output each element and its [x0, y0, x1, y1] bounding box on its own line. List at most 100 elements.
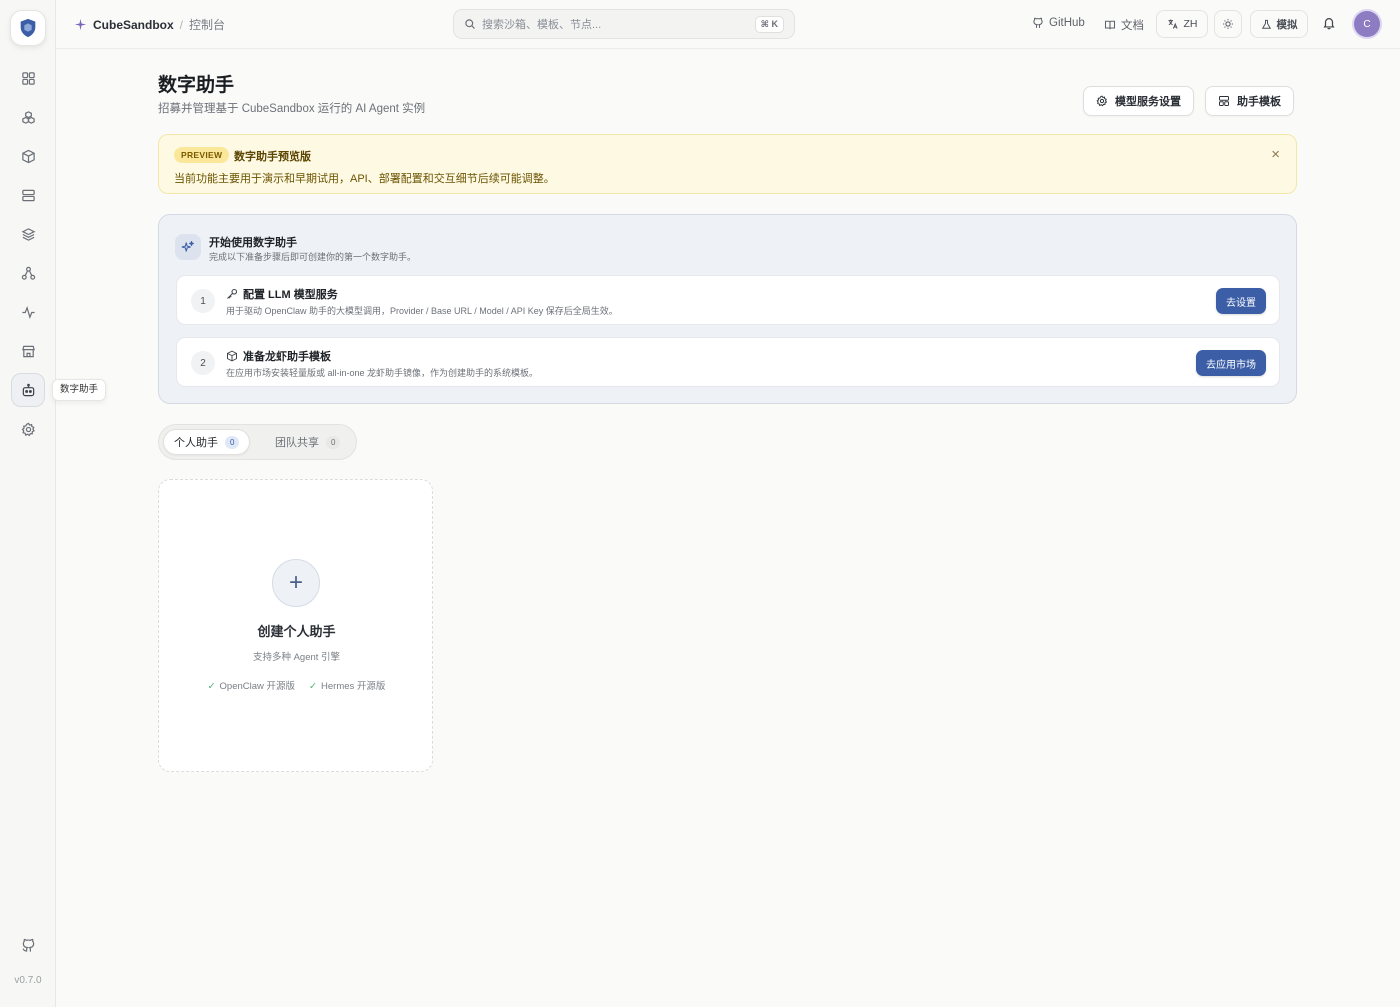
- sparkles-icon: [175, 234, 201, 260]
- guide-description: 完成以下准备步骤后即可创建你的第一个数字助手。: [209, 252, 417, 262]
- network-icon: [21, 266, 35, 280]
- check-icon: ✓: [309, 681, 318, 692]
- bot-icon: [22, 383, 34, 396]
- feature-label: OpenClaw 开源版: [219, 681, 296, 692]
- store-icon: [21, 345, 35, 357]
- sidebar-item-assistants[interactable]: [11, 373, 45, 407]
- plus-icon: +: [272, 559, 320, 607]
- preview-badge: PREVIEW: [174, 147, 230, 163]
- feature-item: ✓ Hermes 开源版: [309, 678, 385, 692]
- sidebar-item-store[interactable]: [11, 334, 45, 368]
- search-shortcut: ⌘ K: [754, 15, 784, 33]
- sidebar-item-sandboxes[interactable]: [11, 100, 45, 134]
- grid-icon: [21, 71, 35, 85]
- github-icon: [21, 938, 34, 952]
- assistant-templates-button[interactable]: 助手模板: [1205, 86, 1294, 116]
- feature-label: Hermes 开源版: [321, 681, 386, 692]
- tab-count-badge: 0: [326, 435, 341, 449]
- guide-step-template: 2 准备龙虾助手模板 在应用市场安装轻量版或 all-in-one 龙虾助手镜像…: [176, 337, 1280, 387]
- notifications-button[interactable]: [1322, 16, 1336, 35]
- mode-label: 模拟: [1276, 18, 1298, 31]
- banner-close-button[interactable]: ×: [1271, 146, 1280, 163]
- sidebar-item-settings[interactable]: [11, 412, 45, 446]
- cubes-icon: [21, 110, 35, 124]
- go-settings-button[interactable]: 去设置: [1216, 288, 1266, 314]
- sidebar: 数字助手 v0.7.0: [0, 0, 107, 1007]
- search-placeholder: 搜索沙箱、模板、节点...: [482, 19, 602, 31]
- sidebar-item-network[interactable]: [11, 256, 45, 290]
- gear-icon: [1096, 95, 1108, 107]
- sidebar-item-nodes[interactable]: [11, 178, 45, 212]
- assistant-tabs: 个人助手 0 团队共享 0: [158, 424, 357, 460]
- docs-link[interactable]: 文档: [1104, 17, 1144, 33]
- guide-title: 开始使用数字助手: [209, 237, 297, 249]
- app-logo[interactable]: [10, 10, 46, 46]
- create-card-title: 创建个人助手: [257, 624, 336, 639]
- guide-step-llm: 1 配置 LLM 模型服务 用于驱动 OpenClaw 助手的大模型调用，Pro…: [176, 275, 1280, 325]
- github-link[interactable]: [11, 928, 45, 962]
- banner-description: 当前功能主要用于演示和早期试用，API、部署配置和交互细节后续可能调整。: [174, 173, 555, 185]
- version-label: v0.7.0: [14, 975, 42, 986]
- sun-icon: [1223, 19, 1233, 29]
- template-icon: [1219, 96, 1229, 106]
- step-title: 准备龙虾助手模板: [243, 351, 331, 363]
- tab-label: 个人助手: [174, 437, 218, 449]
- preview-banner: PREVIEW 数字助手预览版 当前功能主要用于演示和早期试用，API、部署配置…: [158, 134, 1297, 194]
- sidebar-tooltip: 数字助手: [52, 379, 107, 401]
- server-icon: [21, 189, 35, 201]
- language-button[interactable]: ZH: [1156, 10, 1208, 38]
- getting-started-panel: 开始使用数字助手 完成以下准备步骤后即可创建你的第一个数字助手。 1 配置 LL…: [158, 214, 1297, 404]
- sidebar-item-layers[interactable]: [11, 217, 45, 251]
- sidebar-item-dashboard[interactable]: [11, 61, 45, 95]
- gear-icon: [21, 422, 35, 436]
- feature-item: ✓ OpenClaw 开源版: [208, 678, 295, 692]
- sparkle-icon: [74, 18, 87, 31]
- create-assistant-card[interactable]: + 创建个人助手 支持多种 Agent 引擎 ✓ OpenClaw 开源版 ✓ He…: [158, 479, 433, 772]
- tab-team-shared[interactable]: 团队共享 0: [265, 429, 350, 455]
- step-number: 2: [191, 351, 215, 375]
- theme-toggle-button[interactable]: [1214, 10, 1242, 38]
- create-card-description: 支持多种 Agent 引擎: [252, 652, 341, 663]
- breadcrumb-page[interactable]: 控制台: [189, 16, 225, 33]
- search-input[interactable]: 搜索沙箱、模板、节点... ⌘ K: [453, 9, 795, 39]
- go-marketplace-button[interactable]: 去应用市场: [1196, 350, 1266, 376]
- step-title-row: 准备龙虾助手模板: [226, 348, 331, 364]
- step-title-row: 配置 LLM 模型服务: [226, 286, 338, 302]
- step-title: 配置 LLM 模型服务: [243, 289, 338, 301]
- box-icon: [227, 350, 237, 362]
- page-subtitle: 招募并管理基于 CubeSandbox 运行的 AI Agent 实例: [158, 103, 426, 115]
- shield-logo-icon: [20, 18, 36, 38]
- check-icon: ✓: [207, 681, 216, 692]
- tab-personal[interactable]: 个人助手 0: [163, 429, 251, 455]
- topbar: CubeSandbox / 控制台 搜索沙箱、模板、节点... ⌘ K GitH…: [56, 0, 1400, 49]
- step-description: 用于驱动 OpenClaw 助手的大模型调用，Provider / Base U…: [226, 306, 618, 316]
- key-icon: [227, 288, 238, 299]
- sidebar-item-monitor[interactable]: [11, 295, 45, 329]
- tab-label: 团队共享: [275, 437, 319, 449]
- step-description: 在应用市场安装轻量版或 all-in-one 龙虾助手镜像，作为创建助手的系统模…: [226, 368, 539, 378]
- flask-icon: [1261, 19, 1271, 29]
- language-label: ZH: [1183, 18, 1198, 30]
- banner-title: 数字助手预览版: [234, 151, 311, 163]
- github-top-link[interactable]: GitHub: [1032, 17, 1085, 29]
- github-icon: [1033, 17, 1043, 28]
- layers-icon: [21, 227, 35, 241]
- breadcrumb: CubeSandbox / 控制台: [74, 16, 225, 33]
- activity-icon: [21, 305, 35, 319]
- engine-features: ✓ OpenClaw 开源版 ✓ Hermes 开源版: [159, 678, 434, 692]
- book-icon: [1104, 20, 1116, 30]
- mode-button[interactable]: 模拟: [1250, 10, 1308, 38]
- search-icon: [465, 19, 475, 29]
- page-title: 数字助手: [158, 75, 235, 96]
- bell-icon: [1323, 18, 1335, 30]
- assistant-templates-label: 助手模板: [1237, 96, 1281, 108]
- avatar[interactable]: C: [1354, 11, 1380, 37]
- model-settings-label: 模型服务设置: [1115, 96, 1181, 108]
- breadcrumb-brand[interactable]: CubeSandbox: [93, 18, 174, 32]
- model-settings-button[interactable]: 模型服务设置: [1083, 86, 1194, 116]
- tab-count-badge: 0: [225, 435, 240, 449]
- box-icon: [21, 149, 35, 163]
- breadcrumb-separator: /: [179, 17, 184, 32]
- sidebar-item-templates[interactable]: [11, 139, 45, 173]
- step-number: 1: [191, 289, 215, 313]
